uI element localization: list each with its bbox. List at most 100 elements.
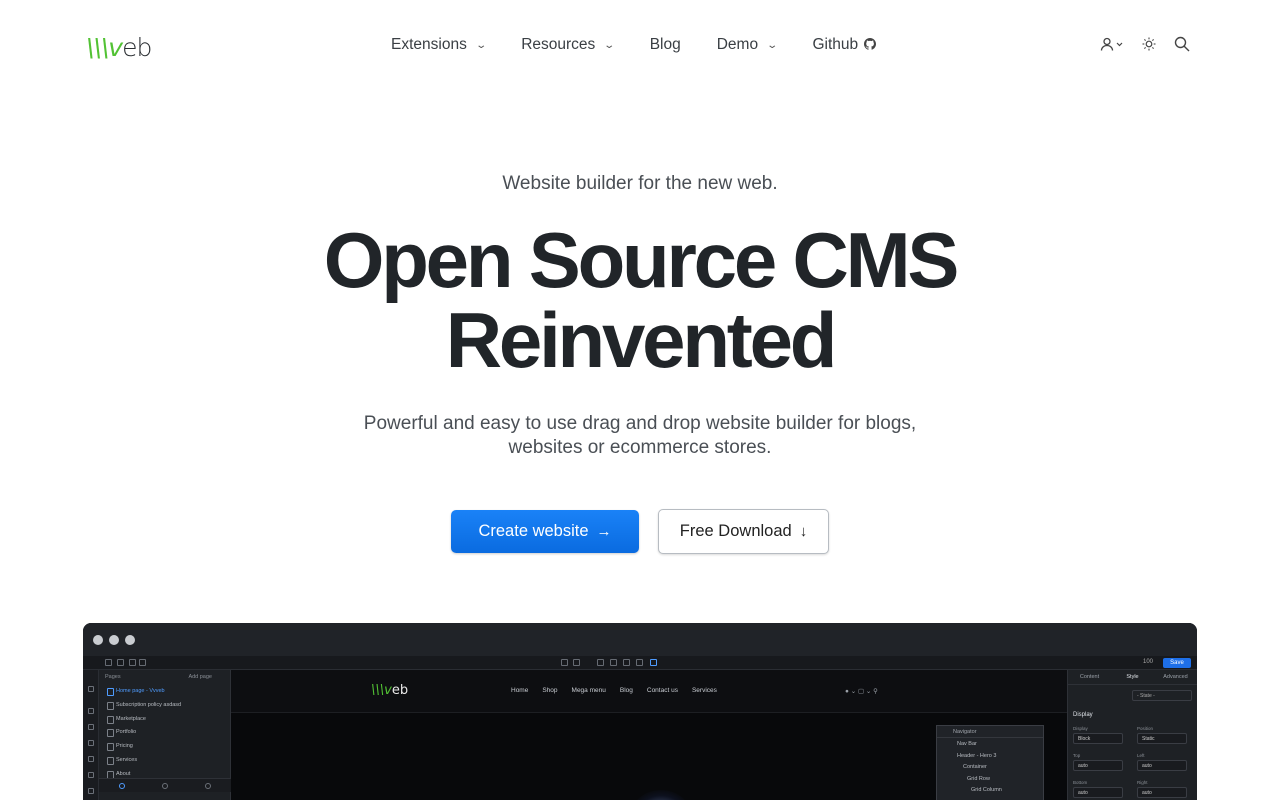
tree-tab-icon[interactable] xyxy=(205,783,211,789)
logo-mark: \\\v xyxy=(371,683,392,698)
editor-left-iconbar xyxy=(83,670,99,800)
pages-icon[interactable] xyxy=(88,756,94,762)
page-item[interactable]: Subscription policy asdasd xyxy=(99,698,230,712)
user-icon[interactable] xyxy=(1100,37,1124,51)
right-input[interactable]: auto xyxy=(1137,787,1187,798)
preview-menu-item[interactable]: Services xyxy=(692,687,717,694)
main-menu: Extensions ⌄ Resources ⌄ Blog Demo ⌄ Git… xyxy=(391,36,912,54)
toolbar-icon[interactable] xyxy=(129,659,136,666)
field-label: Bottom xyxy=(1073,780,1088,785)
hero-headline: Open Source CMS Reinvented xyxy=(0,220,1280,380)
tab-style[interactable]: Style xyxy=(1111,670,1154,684)
arrow-down-icon: ↓ xyxy=(799,523,808,540)
menu-item-github[interactable]: Github xyxy=(812,36,877,54)
field-label: Left xyxy=(1137,753,1145,758)
menu-item-extensions[interactable]: Extensions ⌄ xyxy=(391,36,487,54)
preview-icon[interactable] xyxy=(610,659,617,666)
top-input[interactable]: auto xyxy=(1073,760,1123,771)
create-website-button[interactable]: Create website → xyxy=(451,510,639,553)
tab-content[interactable]: Content xyxy=(1068,670,1111,684)
toolbar-icon[interactable] xyxy=(597,659,604,666)
window-dot-icon xyxy=(93,635,103,645)
github-icon xyxy=(864,37,877,53)
button-label: Create website xyxy=(478,522,589,540)
preview-menu-item[interactable]: Mega menu xyxy=(572,687,606,694)
top-navbar: \\\veb Extensions ⌄ Resources ⌄ Blog Dem… xyxy=(0,0,1280,92)
arrow-right-icon: → xyxy=(596,523,612,540)
menu-item-blog[interactable]: Blog xyxy=(650,36,681,54)
preview-menu-item[interactable]: Home xyxy=(511,687,528,694)
redo-icon[interactable] xyxy=(573,659,580,666)
position-select[interactable]: Static xyxy=(1137,733,1187,744)
menu-label: Blog xyxy=(649,36,681,53)
navigator-row[interactable]: Nav Bar xyxy=(937,738,1043,750)
chevron-down-icon: ⌄ xyxy=(475,39,487,51)
theme-toggle-icon[interactable] xyxy=(1142,37,1156,51)
logo-mark: \\\v xyxy=(86,33,123,62)
pages-title: Pages xyxy=(105,674,121,680)
menu-label: Demo xyxy=(716,36,759,53)
page-item[interactable]: Portfolio xyxy=(99,725,230,739)
navigator-panel: Navigator Nav Bar Header - Hero 3 Contai… xyxy=(936,725,1044,800)
field-label: Position xyxy=(1137,726,1154,731)
headline-line-2: Reinvented xyxy=(445,296,838,384)
toolbar-icon[interactable] xyxy=(105,659,112,666)
window-dot-icon xyxy=(125,635,135,645)
search-icon[interactable] xyxy=(88,686,94,692)
navigator-row[interactable]: Grid Column xyxy=(937,784,1043,796)
chevron-down-icon: ⌄ xyxy=(603,39,616,51)
sections-icon[interactable] xyxy=(88,740,94,746)
toolbar-icon[interactable] xyxy=(623,659,630,666)
bottom-input[interactable]: auto xyxy=(1073,787,1123,798)
vvveb-logo[interactable]: \\\veb xyxy=(86,33,152,62)
properties-tabs: Content Style Advanced xyxy=(1068,670,1197,685)
editor-toolbar: 100 Save xyxy=(83,656,1197,670)
navigator-row[interactable]: Header - Hero 3 xyxy=(937,750,1043,762)
field-label: Display xyxy=(1073,726,1088,731)
zoom-level[interactable]: 100 xyxy=(1143,659,1153,665)
media-icon[interactable] xyxy=(88,772,94,778)
hero-subtitle: Powerful and easy to use drag and drop w… xyxy=(363,413,917,458)
fullscreen-icon[interactable] xyxy=(636,659,643,666)
editor-preview-window: 100 Save Pages Add page Home page - Vvve… xyxy=(83,623,1197,800)
components-icon[interactable] xyxy=(88,708,94,714)
preview-site-menu: Home Shop Mega menu Blog Contact us Serv… xyxy=(511,687,731,694)
display-section-title[interactable]: Display xyxy=(1073,712,1093,718)
database-tab-icon[interactable] xyxy=(162,783,168,789)
field-label: Right xyxy=(1137,780,1148,785)
page-item[interactable]: Services xyxy=(99,753,230,767)
toolbar-icon[interactable] xyxy=(139,659,146,666)
menu-label: Resources xyxy=(521,36,596,53)
toolbar-icon[interactable] xyxy=(650,659,657,666)
preview-menu-item[interactable]: Blog xyxy=(620,687,633,694)
navigator-header: Navigator xyxy=(937,726,1043,738)
logo-text: eb xyxy=(122,33,152,62)
preview-menu-item[interactable]: Shop xyxy=(542,687,557,694)
preview-menu-item[interactable]: Contact us xyxy=(647,687,678,694)
toolbar-icon[interactable] xyxy=(117,659,124,666)
tab-advanced[interactable]: Advanced xyxy=(1154,670,1197,684)
search-icon[interactable] xyxy=(1174,36,1190,52)
display-select[interactable]: Block xyxy=(1073,733,1123,744)
page-item[interactable]: Pricing xyxy=(99,739,230,753)
state-select[interactable]: - State - xyxy=(1132,690,1192,701)
save-button[interactable]: Save xyxy=(1163,658,1191,668)
undo-icon[interactable] xyxy=(561,659,568,666)
navigator-row[interactable]: Grid Row xyxy=(937,773,1043,785)
settings-icon[interactable] xyxy=(88,788,94,794)
headline-line-1: Open Source CMS xyxy=(323,216,960,304)
page-item[interactable]: Marketplace xyxy=(99,712,230,726)
free-download-button[interactable]: Free Download ↓ xyxy=(658,509,829,554)
window-dot-icon xyxy=(109,635,119,645)
navigator-row[interactable]: Container xyxy=(937,761,1043,773)
preview-site-logo: \\\veb xyxy=(371,683,408,698)
editor-canvas[interactable]: \\\veb Home Shop Mega menu Blog Contact … xyxy=(231,670,1067,800)
page-item[interactable]: Home page - Vvveb xyxy=(99,684,230,698)
menu-item-demo[interactable]: Demo ⌄ xyxy=(716,36,778,54)
pages-panel-header: Pages Add page xyxy=(99,670,230,684)
add-page-button[interactable]: Add page xyxy=(188,674,212,680)
menu-item-resources[interactable]: Resources ⌄ xyxy=(521,36,616,54)
components-tab-icon[interactable] xyxy=(119,783,125,789)
left-input[interactable]: auto xyxy=(1137,760,1187,771)
tools-icon[interactable] xyxy=(88,724,94,730)
